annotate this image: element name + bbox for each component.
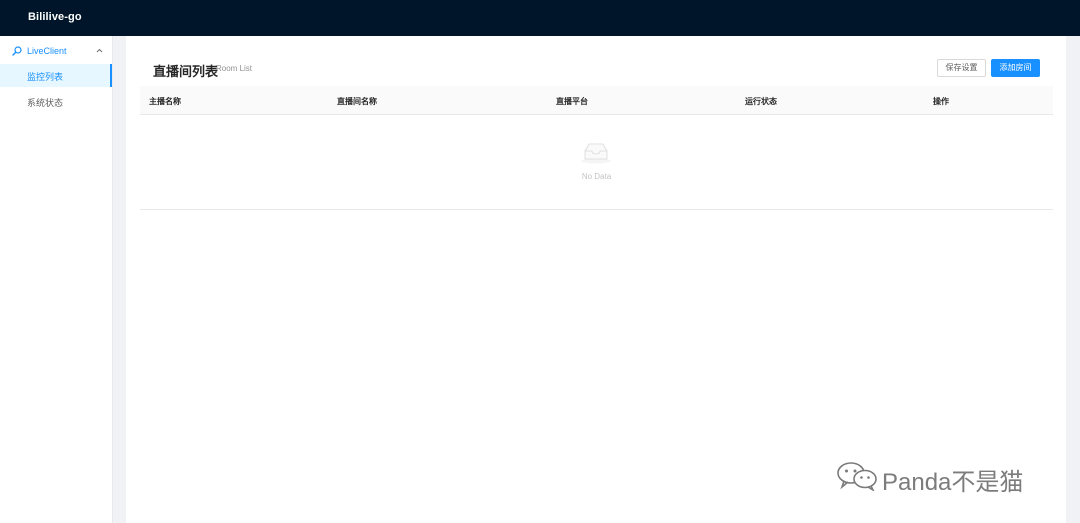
sidebar: LiveClient 监控列表 系统状态 [0,36,113,523]
sidebar-item-label: 系统状态 [27,98,64,108]
layout-gap [113,36,125,523]
chevron-up-icon[interactable] [96,47,103,54]
sidebar-group-liveclient[interactable]: LiveClient [0,38,112,64]
top-header: Bililive-go [0,0,1080,36]
wechat-icon [837,462,877,491]
table-header: 主播名称 直播间名称 直播平台 运行状态 操作 [140,86,1053,115]
sidebar-item-label: 监控列表 [27,72,64,82]
layout-gap-right [1066,36,1080,523]
column-header-anchor-name: 主播名称 [149,97,181,106]
save-settings-button[interactable]: 保存设置 [937,59,986,77]
sidebar-item-monitor-list[interactable]: 监控列表 [0,64,112,87]
main-content: 直播间列表 Room List 保存设置 添加房间 主播名称 直播间名称 直播平… [126,36,1066,523]
sidebar-item-system-status[interactable]: 系统状态 [0,90,112,113]
sidebar-group-label: LiveClient [27,46,67,56]
live-icon [12,46,22,56]
watermark-text: Panda不是猫 [882,469,1024,496]
column-header-status: 运行状态 [745,97,777,106]
table-empty-state: No Data [140,115,1053,210]
empty-inbox-icon [581,143,611,164]
column-header-platform: 直播平台 [556,97,588,106]
app-title[interactable]: Bililive-go [28,11,82,23]
add-room-button[interactable]: 添加房间 [991,59,1040,77]
empty-text: No Data [581,172,612,181]
room-table: 主播名称 直播间名称 直播平台 运行状态 操作 No Data [140,86,1053,210]
page-title: 直播间列表 [153,64,219,79]
column-header-actions: 操作 [933,97,949,106]
page-subtitle: Room List [216,64,253,73]
column-header-room-name: 直播间名称 [337,97,377,106]
